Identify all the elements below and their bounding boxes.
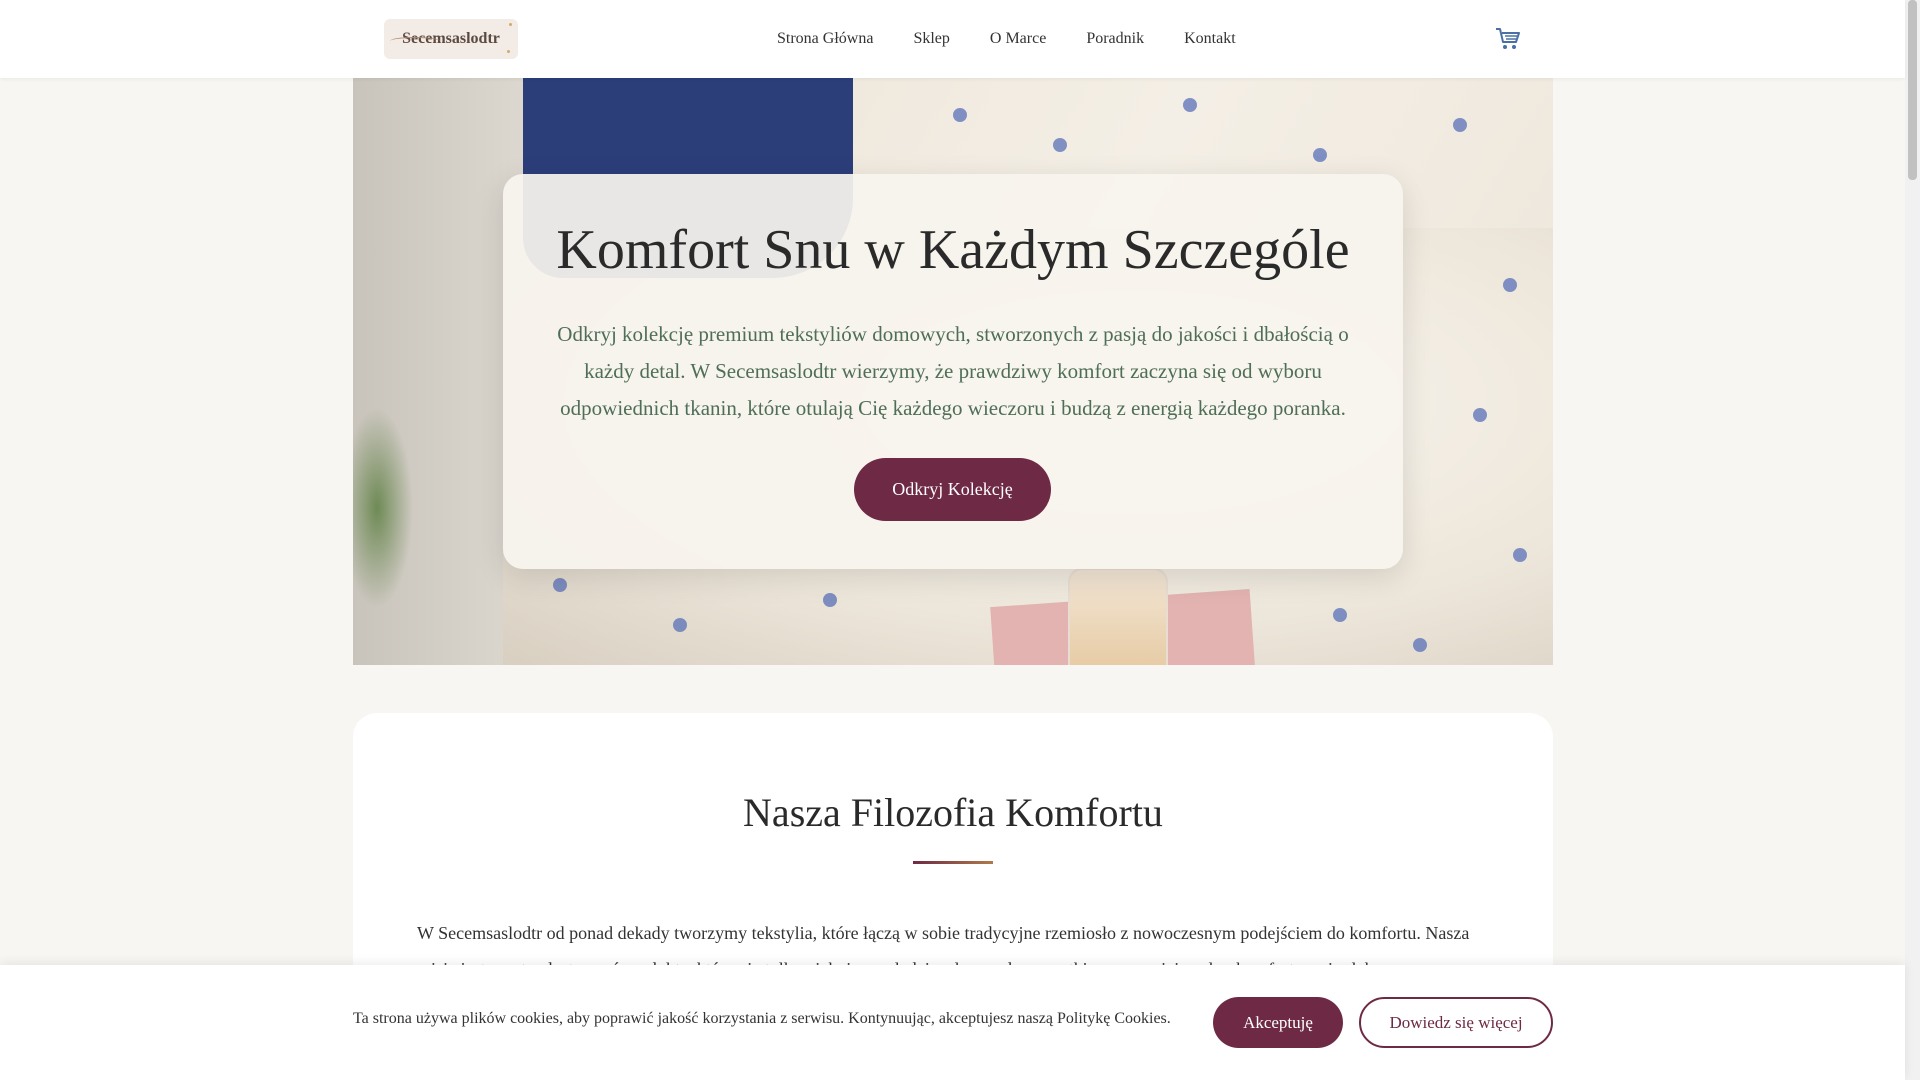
logo-sparkle-icon <box>509 23 512 26</box>
flower-pattern <box>673 618 687 632</box>
flower-pattern <box>1473 408 1487 422</box>
title-divider <box>913 861 993 864</box>
cookie-banner: Ta strona używa plików cookies, aby popr… <box>0 965 1905 1080</box>
hero-section: Komfort Snu w Każdym Szczególe Odkryj ko… <box>353 78 1553 665</box>
nav-contact[interactable]: Kontakt <box>1184 30 1236 48</box>
hero-title: Komfort Snu w Każdym Szczególe <box>556 219 1350 281</box>
cookie-text: Ta strona używa plików cookies, aby popr… <box>353 1010 1171 1027</box>
flower-pattern <box>1313 148 1327 162</box>
cart-icon[interactable] <box>1494 24 1522 52</box>
hero-card: Komfort Snu w Każdym Szczególe Odkryj ko… <box>503 174 1403 569</box>
cookie-learn-more-button[interactable]: Dowiedz się więcej <box>1359 997 1553 1048</box>
flower-pattern <box>823 593 837 607</box>
flower-pattern <box>1183 98 1197 112</box>
flower-pattern <box>1333 608 1347 622</box>
section-title: Nasza Filozofia Komfortu <box>743 790 1163 835</box>
flower-pattern <box>953 108 967 122</box>
hero-description: Odkryj kolekcję premium tekstyliów domow… <box>557 322 1349 420</box>
cookie-accept-button[interactable]: Akceptuję <box>1213 997 1343 1048</box>
nav-home[interactable]: Strona Główna <box>777 30 873 48</box>
main-nav: Strona Główna Sklep O Marce Poradnik Kon… <box>777 0 1236 78</box>
hero-background-plant <box>353 408 413 608</box>
flower-pattern <box>1513 548 1527 562</box>
flower-pattern <box>1053 138 1067 152</box>
nav-about[interactable]: O Marce <box>990 30 1046 48</box>
scrollbar-thumb[interactable] <box>1908 0 1917 180</box>
nav-shop[interactable]: Sklep <box>913 30 949 48</box>
flower-pattern <box>1453 118 1467 132</box>
logo[interactable]: Secemsaslodtr <box>384 19 518 59</box>
flower-pattern <box>1413 638 1427 652</box>
hero-background-candle <box>1068 568 1168 665</box>
site-header: Secemsaslodtr Strona Główna Sklep O Marc… <box>0 0 1905 78</box>
logo-swoosh <box>390 37 440 45</box>
page-scrollbar[interactable] <box>1905 0 1920 1080</box>
discover-collection-button[interactable]: Odkryj Kolekcję <box>854 458 1051 521</box>
flower-pattern <box>553 578 567 592</box>
flower-pattern <box>1503 278 1517 292</box>
logo-sparkle-icon <box>507 50 510 53</box>
nav-guide[interactable]: Poradnik <box>1086 30 1144 48</box>
